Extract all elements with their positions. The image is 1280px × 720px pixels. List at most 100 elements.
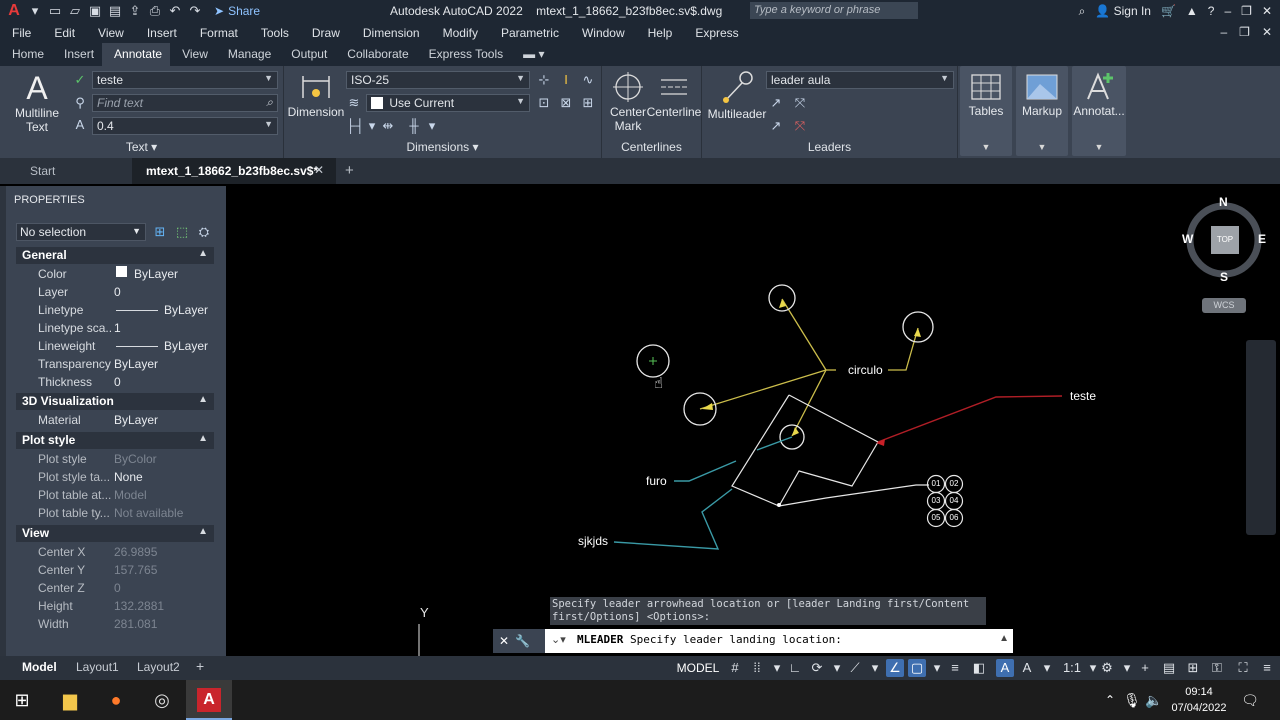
property-row[interactable]: Width 281.081 — [16, 615, 214, 633]
baseline-dim-icon[interactable]: ╫ — [406, 118, 422, 134]
search-icon[interactable]: ⌕ — [1079, 4, 1086, 19]
viewcube-top-face[interactable]: TOP — [1211, 226, 1239, 254]
new-layout-icon[interactable]: + — [196, 658, 204, 674]
text-style-select[interactable]: teste ▼ — [92, 71, 278, 89]
customization-icon[interactable]: ≡ — [1258, 659, 1276, 677]
ribbon-options-icon[interactable]: ▬ ▾ — [511, 43, 552, 66]
polar-icon[interactable]: ⟳ — [808, 659, 826, 677]
chevron-down-icon[interactable]: ▾ — [364, 118, 380, 134]
search-icon[interactable]: ⌕ — [266, 95, 273, 110]
microphone-icon[interactable]: 🎙 — [1120, 688, 1144, 712]
center-mark-button[interactable]: Center Mark — [606, 72, 650, 133]
menu-dimension[interactable]: Dimension — [351, 26, 431, 40]
show-hidden-icons-icon[interactable]: ⌃ — [1098, 688, 1122, 712]
property-row[interactable]: Plot style ta... None — [16, 468, 214, 486]
active-doc-tab[interactable]: mtext_1_18662_b23fb8ec.sv$* ✕ — [132, 158, 336, 184]
chevron-down-icon[interactable]: ▾ — [424, 118, 440, 134]
general-section-header[interactable]: General ▲ — [16, 247, 214, 264]
property-row[interactable]: Material ByLayer — [16, 411, 214, 429]
redo-icon[interactable]: ↷ — [188, 4, 202, 18]
ortho-icon[interactable]: ∟ — [786, 659, 804, 677]
chevron-down-icon[interactable]: ▾ — [1118, 659, 1136, 677]
chevron-down-icon[interactable]: ▾ — [928, 659, 946, 677]
centerline-button[interactable]: Centerline — [646, 72, 702, 119]
customize-wrench-icon[interactable]: 🔧 — [515, 634, 530, 648]
text-panel-title[interactable]: Text ▾ — [0, 140, 283, 156]
update-icon[interactable]: ⊠ — [558, 95, 574, 111]
selection-select[interactable]: No selection ▼ — [16, 223, 146, 241]
compass-n[interactable]: N — [1219, 195, 1228, 209]
menu-format[interactable]: Format — [188, 26, 249, 40]
doc-close-icon[interactable]: ✕ — [1262, 25, 1272, 39]
property-row[interactable]: Plot style ByColor — [16, 450, 214, 468]
notifications-icon[interactable]: 🗨 — [1238, 688, 1262, 712]
reassociate-icon[interactable]: ⊞ — [580, 95, 596, 111]
tab-manage[interactable]: Manage — [216, 43, 279, 66]
system-clock[interactable]: 09:14 07/04/2022 — [1166, 684, 1232, 716]
text-height-select[interactable]: 0.4 ▼ — [92, 117, 278, 135]
autocad-taskbar-button[interactable]: A — [186, 680, 232, 720]
isodraft-icon[interactable]: ⟋ — [846, 659, 864, 677]
close-icon[interactable]: ✕ — [1262, 4, 1272, 18]
tab-insert[interactable]: Insert — [52, 43, 102, 66]
remove-leader-icon[interactable]: ↗ — [768, 118, 784, 134]
model-space-button[interactable]: MODEL — [676, 658, 720, 678]
property-row[interactable]: Plot table at... Model — [16, 486, 214, 504]
markup-button[interactable]: Markup ▼ — [1016, 66, 1068, 156]
add-leader-icon[interactable]: ↗ — [768, 95, 784, 111]
object-snap-icon[interactable]: ▢ — [908, 659, 926, 677]
upload-icon[interactable]: ⇪ — [128, 4, 142, 18]
close-command-icon[interactable]: ✕ — [499, 634, 509, 648]
select-objects-icon[interactable]: ⬚ — [174, 224, 190, 240]
wcs-menu[interactable]: WCS — [1202, 298, 1246, 313]
tab-layout1[interactable]: Layout1 — [76, 660, 119, 674]
autocad-logo-icon[interactable]: A — [6, 3, 22, 19]
check-spelling-icon[interactable]: ✓ — [72, 72, 88, 88]
units-icon[interactable]: ▤ — [1160, 659, 1178, 677]
plot-section-header[interactable]: Plot style ▲ — [16, 432, 214, 449]
compass-w[interactable]: W — [1182, 232, 1193, 246]
new-file-icon[interactable]: ▭ — [48, 4, 62, 18]
grid-icon[interactable]: # — [726, 659, 744, 677]
command-history-toggle-icon[interactable]: ▲ — [999, 633, 1009, 644]
palette-grip[interactable] — [0, 186, 6, 656]
doc-minimize-icon[interactable]: – — [1220, 25, 1227, 39]
annotation-scale[interactable]: 1:1 — [1060, 659, 1084, 677]
undo-icon[interactable]: ↶ — [168, 4, 182, 18]
app-menu-chevron-icon[interactable]: ▾ — [28, 4, 42, 18]
command-prompt[interactable]: MLEADER Specify leader landing location: — [577, 633, 842, 646]
dim-jog-icon[interactable]: ∿ — [580, 72, 596, 88]
chevron-down-icon[interactable]: ▾ — [768, 659, 786, 677]
sign-in-button[interactable]: 👤 Sign In — [1095, 4, 1151, 18]
multileader-style-select[interactable]: leader aula ▼ — [766, 71, 954, 89]
help-search-input[interactable]: Type a keyword or phrase — [750, 2, 918, 19]
recent-commands-icon[interactable]: ⌄▾ — [551, 633, 566, 646]
menu-parametric[interactable]: Parametric — [489, 26, 570, 40]
chevron-down-icon[interactable]: ▾ — [828, 659, 846, 677]
property-row[interactable]: Linetype sca... 1 — [16, 319, 214, 337]
windows-start-icon[interactable]: ⊞ — [10, 688, 34, 712]
a360-icon[interactable]: ▲ — [1186, 4, 1198, 18]
dimension-button[interactable]: Dimension — [286, 72, 346, 119]
find-text-input[interactable]: Find text ⌕ — [92, 94, 278, 112]
property-row[interactable]: Lineweight ByLayer — [16, 337, 214, 355]
tab-output[interactable]: Output — [279, 43, 335, 66]
menu-edit[interactable]: Edit — [42, 26, 86, 40]
volume-icon[interactable]: 🔈 — [1142, 688, 1166, 712]
tables-button[interactable]: Tables ▼ — [960, 66, 1012, 156]
chevron-down-icon[interactable]: ▾ — [866, 659, 884, 677]
toggle-pickadd-icon[interactable]: ⊞ — [152, 224, 168, 240]
file-explorer-icon[interactable]: ▆ — [58, 688, 82, 712]
workspace-gear-icon[interactable]: ⚙ — [1098, 659, 1116, 677]
collect-leaders-icon[interactable]: ⤧ — [792, 118, 808, 134]
quick-select-icon[interactable]: ⛭ — [196, 224, 212, 240]
multiline-text-button[interactable]: A Multiline Text — [8, 70, 66, 134]
restore-icon[interactable]: ❐ — [1241, 4, 1252, 18]
tab-collaborate[interactable]: Collaborate — [335, 43, 416, 66]
start-tab[interactable]: Start — [30, 164, 55, 178]
property-row[interactable]: Transparency ByLayer — [16, 355, 214, 373]
tab-annotate[interactable]: Annotate — [102, 43, 171, 66]
menu-modify[interactable]: Modify — [431, 26, 489, 40]
property-row[interactable]: Thickness 0 — [16, 373, 214, 391]
dimension-style-select[interactable]: ISO-25 ▼ — [346, 71, 530, 89]
